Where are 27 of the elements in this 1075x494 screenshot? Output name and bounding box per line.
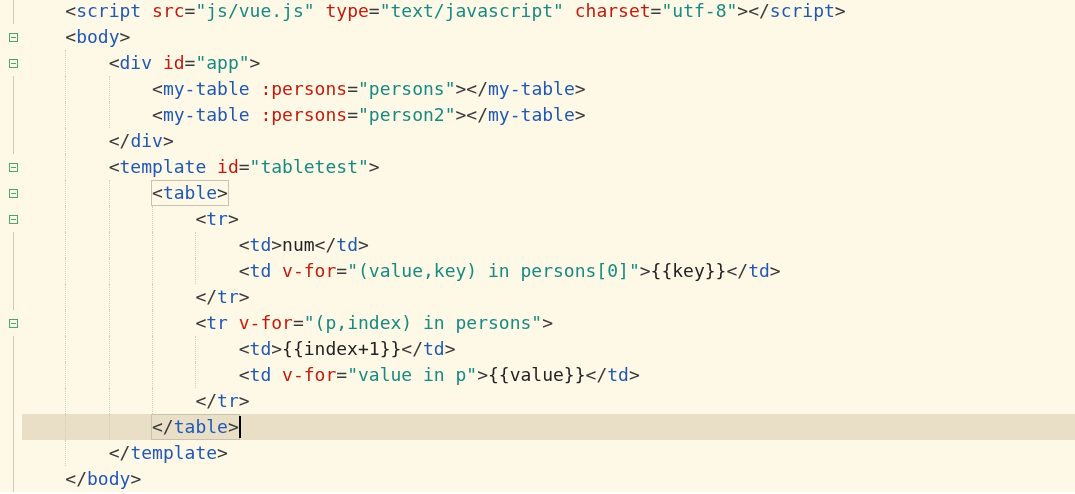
code-line: <td v-for="value in p">{{value}}</td> (238, 363, 640, 387)
code-line: <my-table :persons="person2"></my-table> (152, 103, 586, 127)
text-cursor (238, 416, 241, 438)
code-line: <table> (152, 181, 228, 205)
code-line: <body> (65, 25, 131, 49)
code-editor[interactable] (0, 0, 1075, 492)
code-line: </tr> (195, 389, 250, 413)
code-line: <td v-for="(value,key) in persons[0]">{{key}}</td> (238, 259, 781, 283)
code-line: </template> (108, 441, 228, 465)
code-line: <tr v-for="(p,index) in persons"> (195, 311, 554, 335)
code-line: </div> (108, 129, 174, 153)
fold-icon[interactable] (8, 188, 18, 198)
code-line: </tr> (195, 285, 250, 309)
code-line: <td>num</td> (238, 233, 369, 257)
code-line: <div id="app"> (108, 51, 261, 75)
code-line: <td>{{index+1}}</td> (238, 337, 456, 361)
code-line: <script src="js/vue.js" type="text/javascript" charset="utf-8"></script> (65, 0, 846, 23)
code-line: <tr> (195, 207, 239, 231)
code-line: </body> (65, 467, 142, 491)
fold-icon[interactable] (8, 318, 18, 328)
code-line: <my-table :persons="persons"></my-table> (152, 77, 586, 101)
fold-icon[interactable] (8, 58, 18, 68)
fold-icon[interactable] (8, 214, 18, 224)
code-line: <template id="tabletest"> (108, 155, 380, 179)
code-line: </table> (152, 415, 239, 439)
fold-icon[interactable] (8, 162, 18, 172)
fold-icon[interactable] (8, 32, 18, 42)
